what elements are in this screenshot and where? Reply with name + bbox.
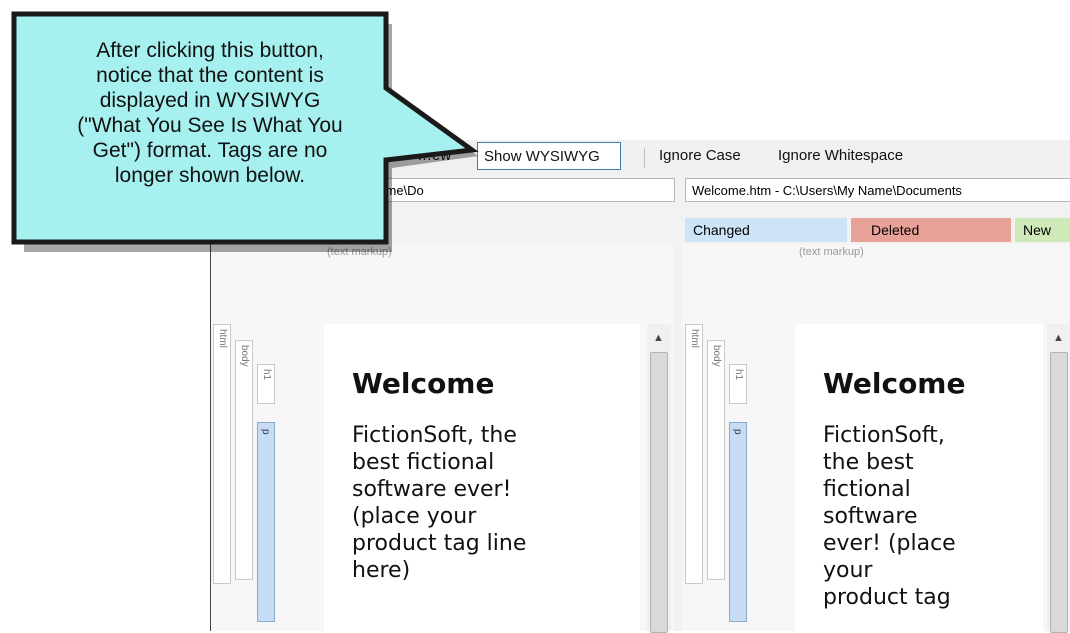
toolbar-separator [644, 148, 645, 168]
right-scrollbar[interactable]: ▲ [1047, 324, 1070, 633]
scroll-up-icon[interactable]: ▲ [1053, 332, 1064, 344]
tag-h1[interactable]: h1 [729, 364, 747, 404]
tag-body[interactable]: body [707, 340, 725, 580]
callout-text: After clicking this button, notice that … [77, 39, 343, 187]
right-paragraph: FictionSoft, the best fictional software… [823, 423, 956, 610]
tag-h1[interactable]: h1 [257, 364, 275, 404]
left-pane: (text markup) html body h1 p Welcome Fic… [211, 244, 673, 633]
left-wysiwyg-page: Welcome FictionSoft, the best fictional … [324, 324, 640, 631]
scroll-up-icon[interactable]: ▲ [653, 332, 664, 344]
diff-legend: Changed Deleted New [685, 218, 1070, 242]
left-paragraph: FictionSoft, the best fictional software… [352, 423, 527, 583]
tag-p[interactable]: p [729, 422, 747, 622]
tag-html[interactable]: html [685, 324, 703, 584]
legend-deleted: Deleted [851, 218, 1011, 242]
scroll-thumb[interactable] [650, 352, 668, 633]
right-heading: Welcome [823, 367, 966, 400]
text-markup-label: (text markup) [799, 246, 864, 258]
left-heading: Welcome [352, 367, 495, 400]
right-file-path: Welcome.htm - C:\Users\My Name\Documents [685, 178, 1070, 202]
scroll-thumb[interactable] [1050, 352, 1068, 633]
legend-changed: Changed [685, 218, 847, 242]
left-scrollbar[interactable]: ▲ [647, 324, 671, 633]
right-wysiwyg-page: Welcome FictionSoft, the best fictional … [795, 324, 1043, 631]
right-pane: (text markup) html body h1 p Welcome Fic… [683, 244, 1070, 633]
legend-new: New [1015, 218, 1070, 242]
tag-html[interactable]: html [213, 324, 231, 584]
ignore-whitespace-button[interactable]: Ignore Whitespace [772, 142, 909, 170]
tag-p[interactable]: p [257, 422, 275, 622]
ignore-case-button[interactable]: Ignore Case [653, 142, 747, 170]
tag-body[interactable]: body [235, 340, 253, 580]
